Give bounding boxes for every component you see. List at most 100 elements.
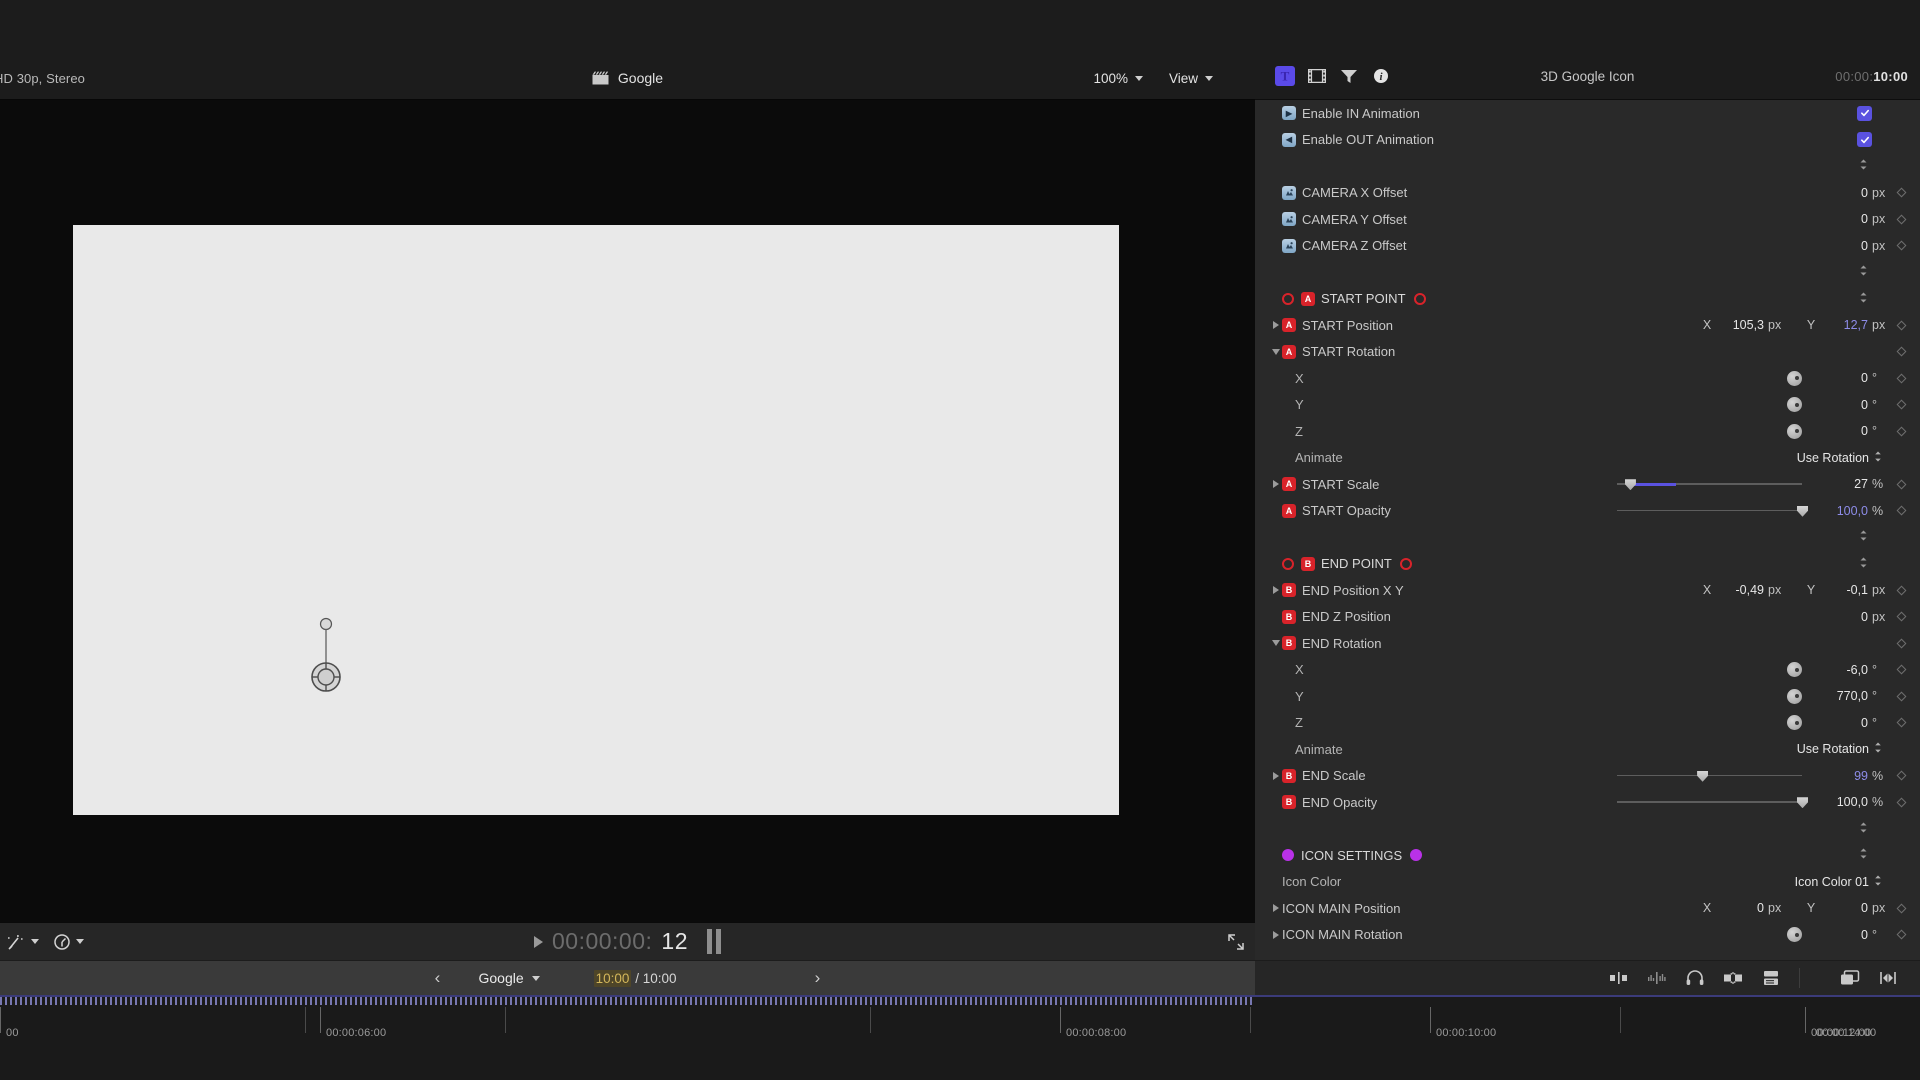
retime-tool-button[interactable] — [53, 933, 84, 951]
parameter-value[interactable]: 0 — [1810, 239, 1868, 253]
slider-knob[interactable] — [1697, 770, 1709, 782]
x-value[interactable]: -0,49 — [1718, 583, 1765, 597]
parameter-value[interactable]: 0 — [1810, 928, 1868, 942]
rotation-dial[interactable] — [1787, 423, 1802, 439]
keyframe-button[interactable] — [1890, 664, 1912, 675]
parameter-value[interactable]: 0 — [1810, 716, 1868, 730]
parameter-popup-menu[interactable]: Use Rotation — [1797, 451, 1882, 465]
reset-button[interactable] — [1857, 265, 1869, 279]
keyframe-button[interactable] — [1890, 346, 1912, 357]
inspector-parameter-list[interactable]: ▶ Enable IN Animation ◀ Enable OUT Animatio… — [1255, 100, 1920, 960]
expand-icon[interactable] — [1227, 933, 1245, 951]
slider-knob[interactable] — [1797, 797, 1808, 809]
keyframe-button[interactable] — [1890, 320, 1912, 331]
rotation-dial[interactable] — [1787, 662, 1802, 678]
keyframe-button[interactable] — [1890, 399, 1912, 410]
reset-button[interactable] — [1857, 292, 1869, 306]
parameter-value[interactable]: 0 — [1810, 424, 1868, 438]
disclosure-triangle[interactable] — [1269, 480, 1282, 489]
parameter-popup-menu[interactable]: Use Rotation — [1797, 742, 1882, 756]
parameter-value[interactable]: 0 — [1810, 371, 1868, 385]
keyframe-button[interactable] — [1890, 770, 1912, 781]
parameter-slider[interactable] — [1617, 478, 1802, 491]
rotation-dial[interactable] — [1787, 397, 1802, 413]
x-value[interactable]: 0 — [1718, 901, 1764, 915]
disclosure-triangle[interactable] — [1269, 930, 1282, 939]
parameter-checkbox[interactable] — [1857, 105, 1872, 121]
parameter-popup-menu[interactable]: Icon Color 01 — [1795, 875, 1882, 889]
keyframe-button[interactable] — [1890, 214, 1912, 225]
next-project-button[interactable]: › — [795, 968, 841, 988]
disclosure-triangle[interactable] — [1269, 904, 1282, 913]
rotation-dial[interactable] — [1787, 715, 1802, 731]
parameter-value[interactable]: 27 — [1810, 477, 1868, 491]
parameter-slider[interactable] — [1617, 505, 1808, 517]
keyframe-button[interactable] — [1890, 903, 1912, 914]
transform-tool-button[interactable] — [6, 933, 39, 951]
parameter-value[interactable]: 100,0 — [1810, 795, 1868, 809]
parameter-value[interactable]: 99 — [1810, 769, 1868, 783]
disclosure-triangle[interactable] — [1269, 348, 1282, 355]
keyframe-button[interactable] — [1890, 479, 1912, 490]
previous-project-button[interactable]: ‹ — [414, 968, 460, 988]
parameter-slider[interactable] — [1617, 796, 1808, 809]
audio-levels-icon[interactable] — [1647, 970, 1667, 986]
disclosure-triangle[interactable] — [1269, 640, 1282, 647]
slider-knob[interactable] — [1797, 505, 1808, 517]
timeline-area[interactable]: 00 00:00:06:00 00:00:08:00 00:00:10:00 00:00… — [0, 995, 1920, 1080]
parameter-slider[interactable] — [1617, 770, 1802, 782]
video-scopes-icon[interactable] — [1723, 970, 1743, 986]
parameter-value[interactable]: 0 — [1810, 398, 1868, 412]
y-value[interactable]: -0,1 — [1822, 583, 1868, 597]
close-inspector-icon[interactable] — [1878, 970, 1898, 986]
disclosure-triangle[interactable] — [1269, 586, 1282, 595]
parameter-value[interactable]: -6,0 — [1810, 663, 1868, 677]
keyframe-button[interactable] — [1890, 717, 1912, 728]
keyframe-button[interactable] — [1890, 638, 1912, 649]
parameter-value[interactable]: 770,0 — [1810, 689, 1868, 703]
reset-button[interactable] — [1857, 159, 1869, 173]
reset-button[interactable] — [1857, 557, 1869, 571]
parameter-value[interactable]: 100,0 — [1810, 504, 1868, 518]
rotation-dial[interactable] — [1787, 688, 1802, 704]
parameter-checkbox[interactable] — [1857, 132, 1872, 148]
keyframe-button[interactable] — [1890, 187, 1912, 198]
project-current-time[interactable]: 10:00 — [593, 969, 632, 987]
reset-button[interactable] — [1857, 822, 1869, 836]
rotation-dial[interactable] — [1787, 927, 1802, 943]
keyframe-button[interactable] — [1890, 929, 1912, 940]
y-value[interactable]: 0 — [1822, 901, 1868, 915]
audio-meters-icon[interactable] — [1609, 970, 1629, 986]
viewer-canvas[interactable] — [73, 225, 1119, 815]
keyframe-button[interactable] — [1890, 585, 1912, 596]
headphones-icon[interactable] — [1685, 970, 1705, 986]
keyframe-button[interactable] — [1890, 691, 1912, 702]
y-value[interactable]: 12,7 — [1822, 318, 1868, 332]
timeline-ruler[interactable]: 00 00:00:06:00 00:00:08:00 00:00:10:00 00:00… — [0, 1007, 1920, 1039]
keyframe-button[interactable] — [1890, 797, 1912, 808]
zoom-level-menu[interactable]: 100% — [1093, 71, 1143, 86]
reset-button[interactable] — [1857, 530, 1869, 544]
disclosure-triangle[interactable] — [1269, 771, 1282, 780]
reset-button[interactable] — [1857, 848, 1869, 862]
slider-knob[interactable] — [1624, 479, 1636, 491]
keyframe-button[interactable] — [1890, 426, 1912, 437]
index-icon[interactable] — [1761, 970, 1781, 986]
keyframe-button[interactable] — [1890, 505, 1912, 516]
onscreen-transform-control[interactable] — [305, 617, 347, 693]
view-options-menu[interactable]: View — [1169, 71, 1213, 86]
timeline-scroll-zone[interactable] — [0, 997, 1255, 1005]
disclosure-triangle[interactable] — [1269, 321, 1282, 330]
parameter-value[interactable]: 0 — [1810, 610, 1868, 624]
project-menu[interactable]: Google — [460, 970, 557, 986]
duplicate-display-icon[interactable] — [1840, 970, 1860, 986]
parameter-badge-b: B — [1282, 795, 1296, 810]
rotation-dial[interactable] — [1787, 370, 1802, 386]
keyframe-button[interactable] — [1890, 373, 1912, 384]
x-value[interactable]: 105,3 — [1718, 318, 1764, 332]
keyframe-button[interactable] — [1890, 611, 1912, 622]
parameter-value[interactable]: 0 — [1810, 212, 1868, 226]
viewer-area[interactable] — [0, 100, 1255, 922]
keyframe-button[interactable] — [1890, 240, 1912, 251]
parameter-value[interactable]: 0 — [1810, 186, 1868, 200]
